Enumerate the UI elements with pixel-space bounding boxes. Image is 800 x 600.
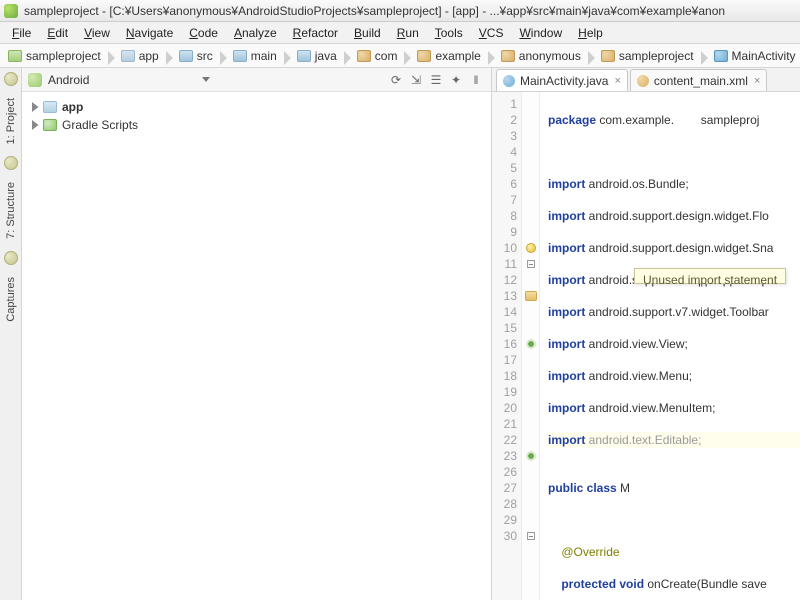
tool-icon[interactable]: [4, 251, 18, 265]
editor-panel: MainActivity.java × content_main.xml × 1…: [492, 68, 800, 600]
project-tree: app Gradle Scripts: [22, 92, 491, 140]
folder-icon: [233, 50, 247, 62]
gear-button[interactable]: ✦: [447, 71, 465, 89]
menu-refactor[interactable]: Refactor: [285, 24, 346, 42]
window-title: sampleproject - [C:¥Users¥anonymous¥Andr…: [24, 4, 725, 18]
folder-icon: [179, 50, 193, 62]
menu-edit[interactable]: Edit: [39, 24, 76, 42]
expand-icon[interactable]: [30, 102, 40, 112]
close-tab-icon[interactable]: ×: [754, 75, 760, 87]
crumb-module[interactable]: app: [117, 48, 165, 64]
tree-node-app[interactable]: app: [26, 98, 487, 116]
java-class-icon: [503, 75, 515, 87]
menu-window[interactable]: Window: [511, 24, 570, 42]
tool-tab-project[interactable]: 1: Project: [3, 92, 19, 150]
gradle-icon: [43, 119, 57, 131]
menu-run[interactable]: Run: [389, 24, 427, 42]
package-icon: [501, 50, 515, 62]
intention-bulb-icon[interactable]: [526, 243, 536, 253]
crumb-main[interactable]: main: [229, 48, 283, 64]
fold-icon[interactable]: [527, 532, 535, 540]
crumb-pkg4[interactable]: sampleproject: [597, 48, 700, 64]
code-text[interactable]: packagepackage com.example. sampleproj c…: [540, 92, 800, 600]
inspection-tooltip: Unused import statement: [634, 268, 786, 284]
class-icon: [714, 50, 728, 62]
expand-icon[interactable]: [30, 120, 40, 130]
project-header: Android ⟳ ⇲ ☰ ✦ ‖: [22, 68, 491, 92]
editor-tab-contentmain[interactable]: content_main.xml ×: [630, 69, 767, 91]
menu-help[interactable]: Help: [570, 24, 611, 42]
android-icon: [28, 73, 42, 87]
hide-button[interactable]: ‖: [467, 71, 485, 89]
crumb-pkg1[interactable]: com: [353, 48, 404, 64]
editor-tabs: MainActivity.java × content_main.xml ×: [492, 68, 800, 92]
dropdown-icon[interactable]: [202, 77, 210, 82]
crumb-src[interactable]: src: [175, 48, 219, 64]
menu-navigate[interactable]: Navigate: [118, 24, 181, 42]
tool-icon[interactable]: [4, 156, 18, 170]
menu-build[interactable]: Build: [346, 24, 389, 42]
menu-tools[interactable]: Tools: [427, 24, 471, 42]
crumb-pkg2[interactable]: example: [413, 48, 486, 64]
settings-button[interactable]: ☰: [427, 71, 445, 89]
tool-icon[interactable]: [4, 72, 18, 86]
collapse-button[interactable]: ⇲: [407, 71, 425, 89]
crumb-class[interactable]: MainActivity: [710, 48, 800, 64]
override-marker-icon[interactable]: [528, 341, 534, 347]
sync-button[interactable]: ⟳: [387, 71, 405, 89]
project-view-selector[interactable]: Android: [48, 73, 198, 87]
project-tool-window: Android ⟳ ⇲ ☰ ✦ ‖ app Gradle Scripts: [22, 68, 492, 600]
crumb-java[interactable]: java: [293, 48, 343, 64]
menu-analyze[interactable]: Analyze: [226, 24, 285, 42]
module-icon: [121, 50, 135, 62]
package-icon: [417, 50, 431, 62]
tree-node-gradle[interactable]: Gradle Scripts: [26, 116, 487, 134]
code-editor[interactable]: 1234 5678 9101112 13141516 17181920 2122…: [492, 92, 800, 600]
close-tab-icon[interactable]: ×: [614, 75, 620, 87]
menu-code[interactable]: Code: [181, 24, 226, 42]
override-marker-icon[interactable]: [528, 453, 534, 459]
crumb-project[interactable]: sampleproject: [4, 48, 107, 64]
menu-view[interactable]: View: [76, 24, 118, 42]
package-icon: [357, 50, 371, 62]
class-marker-icon[interactable]: [525, 291, 537, 301]
xml-icon: [637, 75, 649, 87]
folder-icon: [297, 50, 311, 62]
window-titlebar: sampleproject - [C:¥Users¥anonymous¥Andr…: [0, 0, 800, 22]
menu-bar: File Edit View Navigate Code Analyze Ref…: [0, 22, 800, 44]
module-icon: [43, 101, 57, 113]
left-tool-strip: 1: Project 7: Structure Captures: [0, 68, 22, 600]
marker-gutter: [522, 92, 540, 600]
menu-file[interactable]: File: [4, 24, 39, 42]
menu-vcs[interactable]: VCS: [471, 24, 512, 42]
folder-icon: [8, 50, 22, 62]
tool-tab-captures[interactable]: Captures: [3, 271, 19, 328]
crumb-pkg3[interactable]: anonymous: [497, 48, 587, 64]
editor-tab-mainactivity[interactable]: MainActivity.java ×: [496, 69, 628, 91]
tool-tab-structure[interactable]: 7: Structure: [3, 176, 19, 245]
package-icon: [601, 50, 615, 62]
line-number-gutter: 1234 5678 9101112 13141516 17181920 2122…: [492, 92, 522, 600]
app-logo-icon: [4, 4, 18, 18]
fold-icon[interactable]: [527, 260, 535, 268]
navigation-bar: sampleproject app src main java com exam…: [0, 44, 800, 68]
